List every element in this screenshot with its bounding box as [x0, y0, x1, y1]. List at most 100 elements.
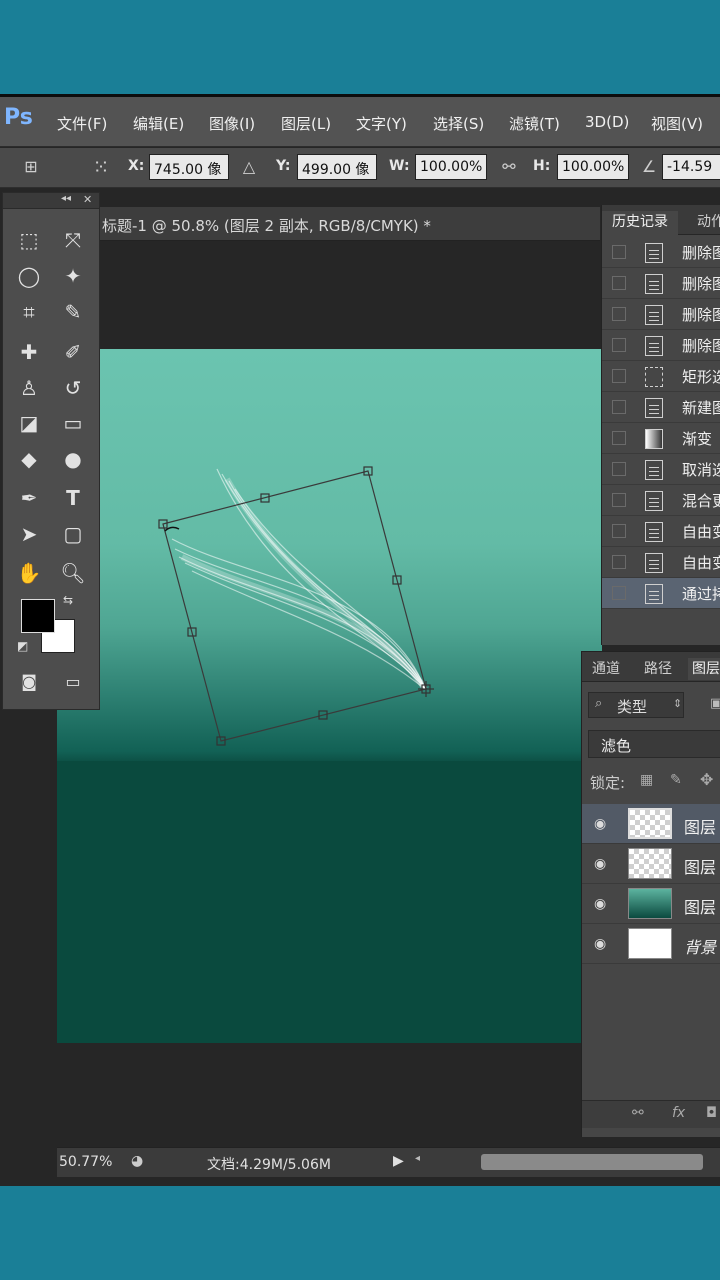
layer-filter-select[interactable]: ⌕ 类型 ⇕ [588, 692, 684, 718]
foreground-color-swatch[interactable] [21, 599, 55, 633]
menu-type[interactable]: 文字(Y) [356, 113, 407, 134]
history-item[interactable]: 取消选 [602, 454, 720, 485]
angle-field[interactable]: -14.59 [662, 154, 720, 180]
collapse-icon[interactable]: ◂◂ [61, 193, 71, 204]
magic-wand-icon[interactable]: ✦ [55, 261, 91, 291]
eye-icon[interactable]: ◉ [594, 896, 606, 912]
default-colors-icon[interactable]: ◩ [17, 639, 28, 653]
snapshot-checkbox[interactable] [612, 586, 626, 600]
layer-row[interactable]: ◉ 背景 [582, 924, 720, 964]
zoom-level[interactable]: 50.77% [59, 1154, 112, 1170]
menu-layer[interactable]: 图层(L) [281, 113, 331, 134]
pen-tool-icon[interactable]: ✒ [11, 483, 47, 513]
history-item[interactable]: 自由变 [602, 516, 720, 547]
play-icon[interactable]: ▶ [393, 1153, 404, 1169]
reference-point-icon[interactable]: ⁙ [90, 156, 112, 178]
move-tool-icon[interactable]: ⤧ [55, 225, 91, 255]
history-item-selected[interactable]: 通过拷 [602, 578, 720, 609]
snapshot-checkbox[interactable] [612, 369, 626, 383]
layer-row[interactable]: ◉ 图层 [582, 844, 720, 884]
snapshot-checkbox[interactable] [612, 555, 626, 569]
snapshot-checkbox[interactable] [612, 276, 626, 290]
tab-history[interactable]: 历史记录 [602, 211, 678, 235]
delta-icon[interactable]: △ [238, 156, 260, 178]
lock-pixels-icon[interactable]: ✎ [670, 772, 682, 788]
snapshot-checkbox[interactable] [612, 524, 626, 538]
history-item[interactable]: 新建图 [602, 392, 720, 423]
brush-tool-icon[interactable]: ✐ [55, 337, 91, 367]
horizontal-scrollbar[interactable] [481, 1154, 703, 1170]
tab-actions[interactable]: 动作 [697, 211, 720, 233]
crop-tool-icon[interactable]: ⌗ [11, 297, 47, 327]
history-item[interactable]: 删除图 [602, 330, 720, 361]
shape-tool-icon[interactable]: ▢ [55, 519, 91, 549]
layer-row-selected[interactable]: ◉ 图层 [582, 804, 720, 844]
stamp-tool-icon[interactable]: ♙ [11, 373, 47, 403]
quick-mask-icon[interactable]: ◙ [11, 667, 47, 697]
snapshot-checkbox[interactable] [612, 400, 626, 414]
eye-icon[interactable]: ◉ [594, 936, 606, 952]
snapshot-checkbox[interactable] [612, 307, 626, 321]
menu-3d[interactable]: 3D(D) [585, 113, 629, 131]
angle-icon[interactable]: ∠ [638, 156, 660, 178]
gradient-tool-icon[interactable]: ▭ [55, 408, 91, 438]
x-position-field[interactable]: 745.00 像 [149, 154, 229, 180]
lasso-tool-icon[interactable]: ◯ [11, 261, 47, 291]
history-item[interactable]: 删除图 [602, 299, 720, 330]
tab-channels[interactable]: 通道 [592, 658, 620, 680]
lock-transparency-icon[interactable]: ▦ [640, 772, 653, 788]
layer-row[interactable]: ◉ 图层 [582, 884, 720, 924]
snapshot-checkbox[interactable] [612, 462, 626, 476]
swap-colors-icon[interactable]: ⇆ [63, 593, 73, 607]
filter-image-icon[interactable]: ▣ [710, 696, 720, 711]
zoom-tool-icon[interactable]: 🔍︎ [55, 558, 91, 588]
menu-view[interactable]: 视图(V) [651, 113, 703, 134]
height-field[interactable]: 100.00% [557, 154, 629, 180]
eye-icon[interactable]: ◉ [594, 816, 606, 832]
blur-tool-icon[interactable]: ◆ [11, 444, 47, 474]
menu-image[interactable]: 图像(I) [209, 113, 255, 134]
tab-layers[interactable]: 图层 [688, 658, 720, 680]
snapshot-checkbox[interactable] [612, 338, 626, 352]
history-item[interactable]: 混合更 [602, 485, 720, 516]
screen-mode-icon[interactable]: ▭ [55, 667, 91, 697]
status-info-icon[interactable]: ◕ [131, 1153, 143, 1169]
history-item[interactable]: 删除图 [602, 268, 720, 299]
snapshot-checkbox[interactable] [612, 493, 626, 507]
history-item[interactable]: 渐变 [602, 423, 720, 454]
tab-paths[interactable]: 路径 [644, 658, 672, 680]
snapshot-checkbox[interactable] [612, 245, 626, 259]
scroll-left-icon[interactable]: ◂ [415, 1153, 420, 1164]
y-position-field[interactable]: 499.00 像 [297, 154, 377, 180]
link-layers-icon[interactable]: ⚯ [632, 1105, 644, 1121]
eraser-tool-icon[interactable]: ◪ [11, 408, 47, 438]
menu-edit[interactable]: 编辑(E) [133, 113, 184, 134]
eye-icon[interactable]: ◉ [594, 856, 606, 872]
history-item[interactable]: 删除图 [602, 237, 720, 268]
transform-overlay[interactable] [57, 349, 602, 1043]
history-item[interactable]: 矩形选 [602, 361, 720, 392]
toolbox-header[interactable]: ◂◂ ✕ [3, 193, 99, 209]
marquee-tool-icon[interactable]: ⬚ [11, 225, 47, 255]
menu-select[interactable]: 选择(S) [433, 113, 484, 134]
healing-brush-icon[interactable]: ✚ [11, 337, 47, 367]
hand-tool-icon[interactable]: ✋ [11, 558, 47, 588]
transform-tool-icon[interactable]: ⊞ [20, 156, 42, 178]
history-item[interactable]: 自由变 [602, 547, 720, 578]
document-canvas[interactable] [57, 349, 602, 1043]
fx-icon[interactable]: fx [672, 1105, 685, 1121]
blend-mode-select[interactable]: 滤色 [588, 730, 720, 758]
link-icon[interactable]: ⚯ [498, 156, 520, 178]
dodge-tool-icon[interactable]: ● [55, 444, 91, 474]
menu-file[interactable]: 文件(F) [57, 113, 107, 134]
close-icon[interactable]: ✕ [83, 193, 92, 206]
lock-position-icon[interactable]: ✥ [700, 770, 713, 789]
document-tab[interactable]: 标题-1 @ 50.8% (图层 2 副本, RGB/8/CMYK) * [100, 207, 600, 241]
mask-icon[interactable]: ◘ [706, 1105, 717, 1121]
eyedropper-icon[interactable]: ✎ [55, 297, 91, 327]
menu-filter[interactable]: 滤镜(T) [509, 113, 560, 134]
history-brush-icon[interactable]: ↺ [55, 373, 91, 403]
path-select-icon[interactable]: ➤ [11, 519, 47, 549]
type-tool-icon[interactable]: T [55, 483, 91, 513]
width-field[interactable]: 100.00% [415, 154, 487, 180]
